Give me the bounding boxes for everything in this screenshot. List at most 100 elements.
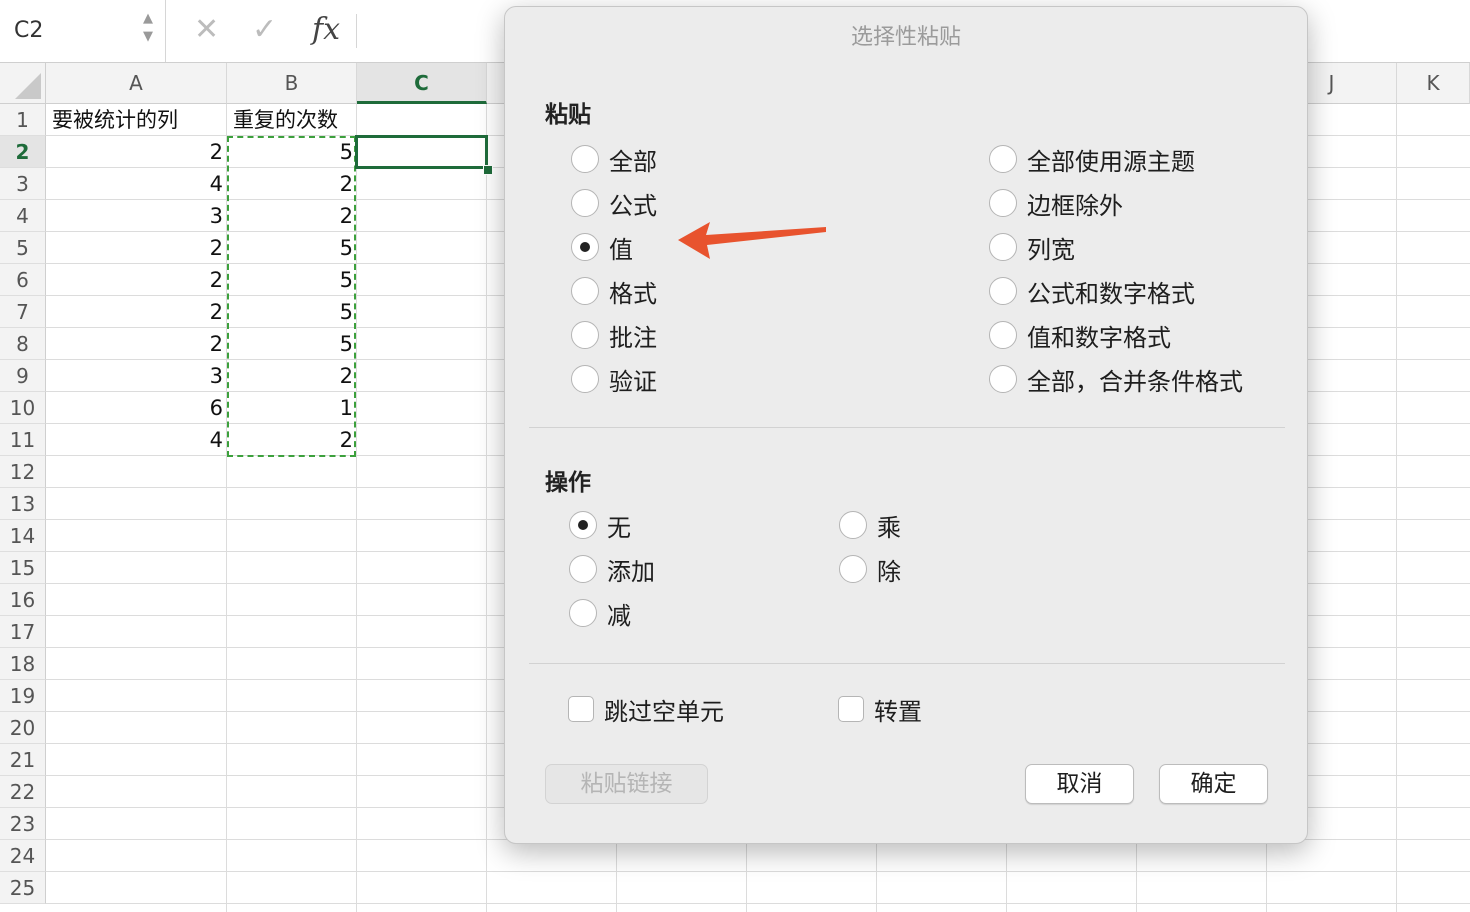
radio-button[interactable]: [571, 145, 599, 173]
row-header-2[interactable]: 2: [0, 136, 46, 168]
operation-extra-radio-0[interactable]: 乘: [839, 508, 901, 542]
paste-radio-4[interactable]: 批注: [571, 318, 657, 352]
cancel-formula-icon[interactable]: ✕: [194, 12, 219, 47]
column-header-k[interactable]: K: [1397, 63, 1470, 104]
skip-blanks-checkbox[interactable]: 跳过空单元: [568, 692, 724, 726]
radio-button[interactable]: [839, 555, 867, 583]
paste-radio-2[interactable]: 值: [571, 230, 633, 264]
name-box-stepper-icon[interactable]: ▲ ▼: [140, 10, 156, 50]
row-header-18[interactable]: 18: [0, 648, 46, 680]
row-header-23[interactable]: 23: [0, 808, 46, 840]
paste-radio-3[interactable]: 格式: [571, 274, 657, 308]
row-header-6[interactable]: 6: [0, 264, 46, 296]
row-header-24[interactable]: 24: [0, 840, 46, 872]
paste-extra-radio-4[interactable]: 值和数字格式: [989, 318, 1171, 352]
row-header-5[interactable]: 5: [0, 232, 46, 264]
divider: [529, 427, 1285, 428]
cell-a7[interactable]: 2: [46, 296, 227, 328]
active-cell-c2[interactable]: [355, 135, 488, 169]
confirm-formula-icon[interactable]: ✓: [252, 12, 277, 47]
row-header-1[interactable]: 1: [0, 104, 46, 136]
radio-button[interactable]: [571, 365, 599, 393]
cancel-button[interactable]: 取消: [1025, 764, 1134, 804]
row-header-4[interactable]: 4: [0, 200, 46, 232]
operation-radio-0[interactable]: 无: [569, 508, 631, 542]
paste-extra-radio-3[interactable]: 公式和数字格式: [989, 274, 1195, 308]
checkbox-box[interactable]: [838, 696, 864, 722]
paste-extra-radio-5[interactable]: 全部，合并条件格式: [989, 362, 1243, 396]
radio-button[interactable]: [571, 233, 599, 261]
fill-handle[interactable]: [483, 165, 493, 175]
radio-button[interactable]: [989, 145, 1017, 173]
paste-link-button[interactable]: 粘贴链接: [545, 764, 708, 804]
row-header-14[interactable]: 14: [0, 520, 46, 552]
paste-section-title: 粘贴: [545, 102, 591, 128]
radio-button[interactable]: [569, 555, 597, 583]
paste-option-label: 验证: [609, 367, 657, 396]
row-header-7[interactable]: 7: [0, 296, 46, 328]
operation-extra-radio-1[interactable]: 除: [839, 552, 901, 586]
cell-a8[interactable]: 2: [46, 328, 227, 360]
ok-button[interactable]: 确定: [1159, 764, 1268, 804]
row-header-22[interactable]: 22: [0, 776, 46, 808]
row-header-11[interactable]: 11: [0, 424, 46, 456]
transpose-checkbox[interactable]: 转置: [838, 692, 922, 726]
paste-radio-1[interactable]: 公式: [571, 186, 657, 220]
cell-a1[interactable]: 要被统计的列: [46, 104, 227, 136]
row-header-16[interactable]: 16: [0, 584, 46, 616]
paste-extra-option-label: 列宽: [1027, 235, 1075, 264]
name-box-value[interactable]: C2: [14, 18, 43, 43]
radio-button[interactable]: [571, 277, 599, 305]
radio-button[interactable]: [989, 321, 1017, 349]
row-header-15[interactable]: 15: [0, 552, 46, 584]
radio-button[interactable]: [569, 511, 597, 539]
paste-option-label: 值: [609, 235, 633, 264]
checkbox-box[interactable]: [568, 696, 594, 722]
radio-button[interactable]: [989, 189, 1017, 217]
insert-function-icon[interactable]: fx: [312, 12, 340, 47]
row-header-3[interactable]: 3: [0, 168, 46, 200]
cell-a6[interactable]: 2: [46, 264, 227, 296]
radio-button[interactable]: [571, 189, 599, 217]
row-gridline: [46, 871, 1470, 872]
cell-a9[interactable]: 3: [46, 360, 227, 392]
row-header-8[interactable]: 8: [0, 328, 46, 360]
radio-button[interactable]: [989, 365, 1017, 393]
radio-button[interactable]: [989, 233, 1017, 261]
cell-a5[interactable]: 2: [46, 232, 227, 264]
radio-button[interactable]: [839, 511, 867, 539]
operation-radio-1[interactable]: 添加: [569, 552, 655, 586]
operation-radio-2[interactable]: 减: [569, 596, 631, 630]
column-header-a[interactable]: A: [46, 63, 227, 104]
cell-a11[interactable]: 4: [46, 424, 227, 456]
row-header-9[interactable]: 9: [0, 360, 46, 392]
column-header-c[interactable]: C: [357, 63, 487, 104]
paste-extra-radio-0[interactable]: 全部使用源主题: [989, 142, 1195, 176]
radio-button[interactable]: [569, 599, 597, 627]
cell-b1[interactable]: 重复的次数: [227, 104, 357, 136]
copy-marquee: [227, 136, 356, 457]
paste-extra-radio-2[interactable]: 列宽: [989, 230, 1075, 264]
row-header-12[interactable]: 12: [0, 456, 46, 488]
row-header-19[interactable]: 19: [0, 680, 46, 712]
cell-a4[interactable]: 3: [46, 200, 227, 232]
name-box[interactable]: C2 ▲ ▼: [0, 0, 166, 62]
cell-a3[interactable]: 4: [46, 168, 227, 200]
radio-button[interactable]: [989, 277, 1017, 305]
row-header-21[interactable]: 21: [0, 744, 46, 776]
cell-a2[interactable]: 2: [46, 136, 227, 168]
radio-button[interactable]: [571, 321, 599, 349]
row-header-17[interactable]: 17: [0, 616, 46, 648]
row-header-20[interactable]: 20: [0, 712, 46, 744]
row-header-10[interactable]: 10: [0, 392, 46, 424]
select-all-corner[interactable]: [0, 63, 46, 104]
row-header-25[interactable]: 25: [0, 872, 46, 904]
paste-extra-radio-1[interactable]: 边框除外: [989, 186, 1123, 220]
column-header-b[interactable]: B: [227, 63, 357, 104]
paste-option-label: 公式: [609, 191, 657, 220]
paste-radio-5[interactable]: 验证: [571, 362, 657, 396]
cell-a10[interactable]: 6: [46, 392, 227, 424]
row-header-13[interactable]: 13: [0, 488, 46, 520]
operation-extra-option-label: 除: [877, 557, 901, 586]
paste-radio-0[interactable]: 全部: [571, 142, 657, 176]
